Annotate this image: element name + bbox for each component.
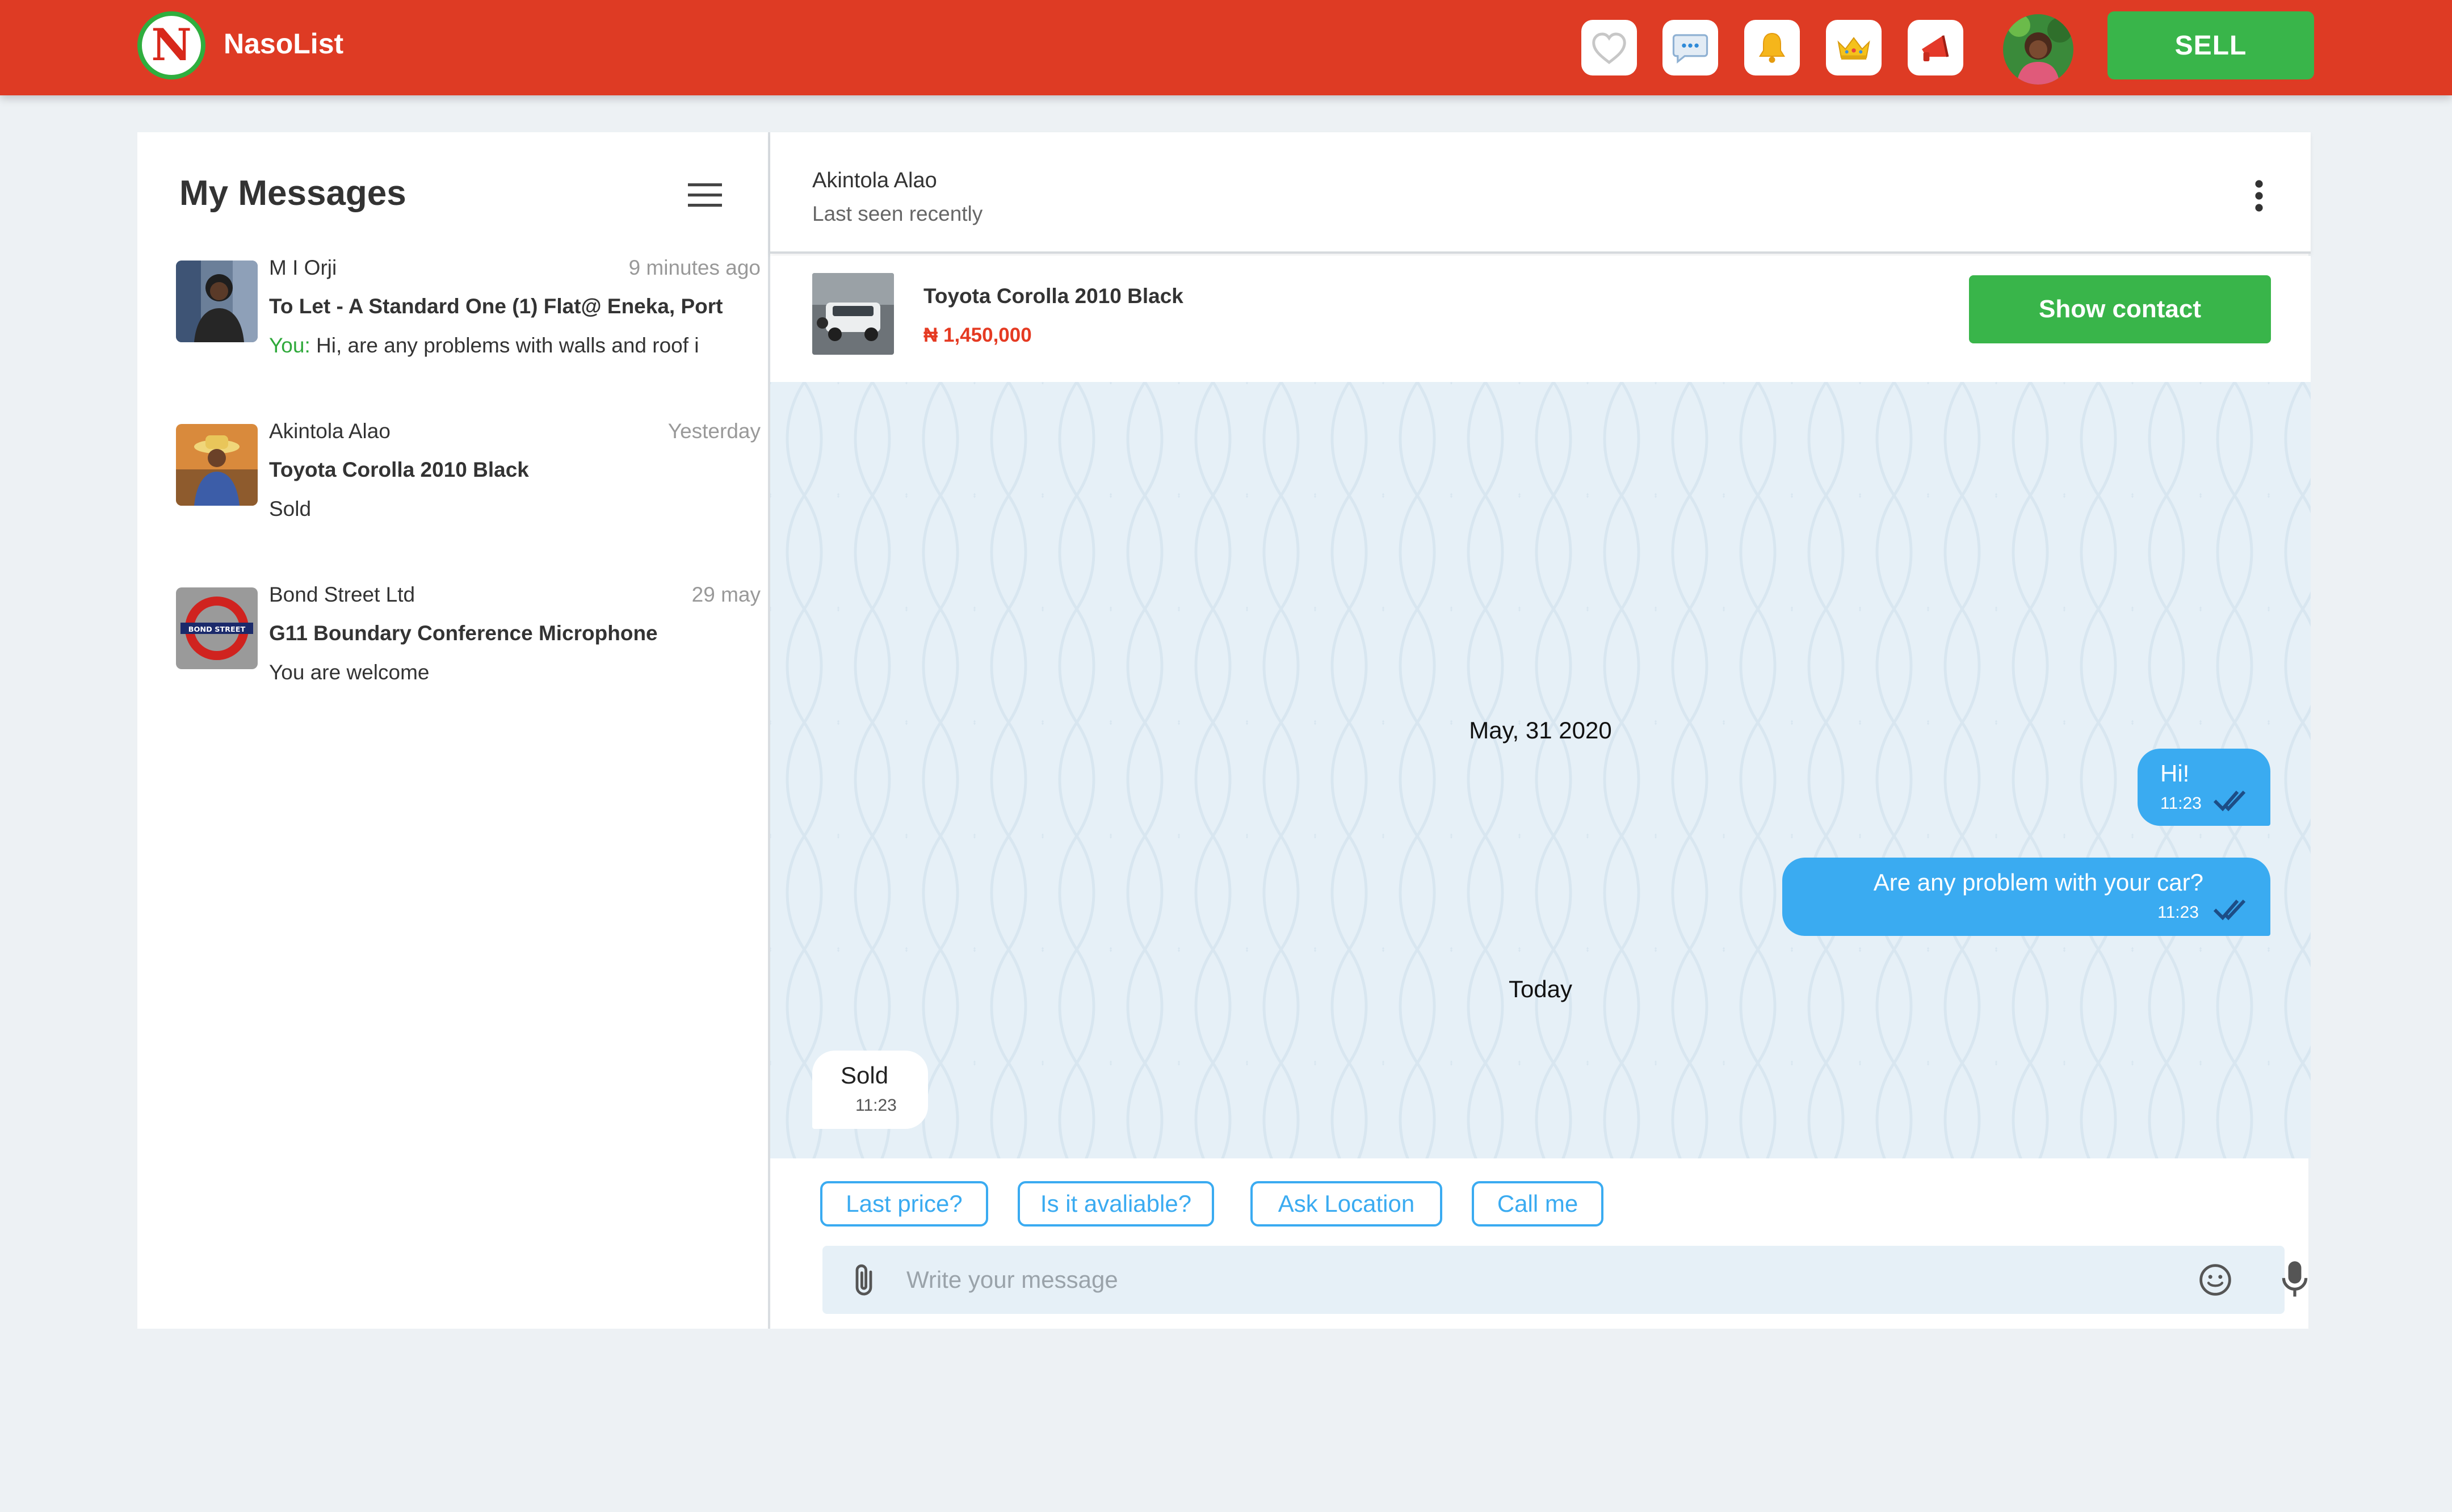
conversation-avatar — [176, 261, 258, 342]
conversation-time: 9 minutes ago — [628, 256, 761, 279]
conversation-item[interactable]: M I Orji 9 minutes ago To Let - A Standa… — [176, 256, 761, 387]
conversation-name: M I Orji — [269, 256, 337, 279]
sell-button[interactable]: SELL — [2107, 11, 2314, 79]
read-receipt-icon — [2213, 899, 2246, 921]
chat-panel: Akintola Alao Last seen recently Toyota … — [768, 132, 2311, 1329]
listing-title[interactable]: Toyota Corolla 2010 Black — [923, 284, 1183, 308]
bell-icon — [1758, 32, 1786, 63]
user-avatar-image — [2003, 14, 2073, 85]
message-bubble-outgoing[interactable]: Are any problem with your car? 11:23 — [1782, 858, 2270, 936]
conversations-panel: My Messages M I Orji 9 minutes ago To Le… — [137, 132, 768, 1329]
notifications-button[interactable] — [1744, 20, 1800, 75]
megaphone-icon — [1922, 35, 1949, 61]
messages-button[interactable] — [1662, 20, 1718, 75]
preview-text: Hi, are any problems with walls and roof… — [310, 334, 699, 357]
premium-button[interactable] — [1826, 20, 1882, 75]
conversation-listing-title: To Let - A Standard One (1) Flat@ Eneka,… — [269, 295, 723, 318]
conversation-name: Akintola Alao — [269, 419, 391, 443]
message-bubble-incoming[interactable]: Sold 11:23 — [812, 1051, 928, 1129]
conversation-avatar: BOND STREET — [176, 587, 258, 669]
quick-reply-last-price[interactable]: Last price? — [820, 1181, 988, 1227]
microphone-icon[interactable] — [2279, 1259, 2311, 1300]
message-bubble-outgoing[interactable]: Hi! 11:23 — [2138, 749, 2270, 826]
quick-reply-location[interactable]: Ask Location — [1250, 1181, 1442, 1227]
chat-contact-name[interactable]: Akintola Alao — [812, 169, 937, 193]
more-options-icon[interactable] — [2251, 179, 2268, 213]
nasolist-logo[interactable]: N — [137, 11, 205, 79]
date-separator: May, 31 2020 — [1469, 717, 1612, 744]
conversation-listing-title: Toyota Corolla 2010 Black — [269, 458, 529, 481]
message-input[interactable] — [906, 1246, 2167, 1314]
panel-title: My Messages — [179, 174, 406, 213]
message-text: Sold — [841, 1062, 889, 1089]
quick-reply-available[interactable]: Is it avaliable? — [1018, 1181, 1214, 1227]
chat-bubble-icon — [1672, 34, 1708, 64]
favorites-button[interactable] — [1581, 20, 1637, 75]
listing-thumbnail[interactable] — [812, 273, 894, 355]
brand-name[interactable]: NasoList — [224, 27, 343, 60]
crown-icon — [1837, 37, 1870, 60]
user-avatar[interactable] — [2003, 14, 2073, 85]
message-time: 11:23 — [855, 1096, 897, 1115]
quick-replies: Last price? Is it avaliable? Ask Locatio… — [770, 1181, 2311, 1232]
message-time: 11:23 — [2157, 903, 2199, 922]
message-composer — [822, 1246, 2308, 1314]
conversation-avatar — [176, 424, 258, 506]
read-receipt-icon — [2213, 790, 2246, 812]
attachment-icon[interactable] — [849, 1262, 879, 1299]
message-text: Are any problem with your car? — [1873, 869, 2203, 896]
message-text: Hi! — [2160, 760, 2190, 787]
logo-letter: N — [151, 19, 192, 71]
message-thread[interactable]: May, 31 2020 Hi! 11:23 Are any problem w… — [770, 382, 2311, 1158]
message-time: 11:23 — [2160, 794, 2202, 813]
chat-header: Akintola Alao Last seen recently — [770, 132, 2311, 254]
conversation-time: 29 may — [691, 583, 761, 606]
top-navbar: N NasoList SELL — [0, 0, 2452, 95]
conversation-preview: You: Hi, are any problems with walls and… — [269, 334, 761, 358]
bond-street-logo-text: BOND STREET — [188, 625, 246, 634]
chat-background-pattern — [770, 382, 2311, 1158]
conversation-time: Yesterday — [667, 419, 761, 443]
show-contact-button[interactable]: Show contact — [1969, 275, 2271, 343]
conversation-listing-title: G11 Boundary Conference Microphone — [269, 621, 658, 645]
listing-summary: Toyota Corolla 2010 Black ₦ 1,450,000 Sh… — [770, 256, 2311, 382]
conversation-name: Bond Street Ltd — [269, 583, 415, 606]
conversation-item[interactable]: Akintola Alao Yesterday Toyota Corolla 2… — [176, 419, 761, 550]
heart-icon — [1592, 32, 1626, 64]
hamburger-menu-icon[interactable] — [688, 181, 722, 209]
quick-reply-call-me[interactable]: Call me — [1472, 1181, 1603, 1227]
chat-contact-status: Last seen recently — [812, 202, 983, 225]
listing-price: ₦ 1,450,000 — [923, 324, 1032, 346]
promote-button[interactable] — [1908, 20, 1963, 75]
conversation-preview: Sold — [269, 497, 312, 520]
you-prefix: You: — [269, 334, 310, 357]
conversation-preview: You are welcome — [269, 661, 430, 684]
date-separator: Today — [1508, 976, 1573, 1002]
emoji-icon[interactable] — [2197, 1262, 2233, 1298]
conversation-item[interactable]: BOND STREET Bond Street Ltd 29 may G11 B… — [176, 583, 761, 713]
